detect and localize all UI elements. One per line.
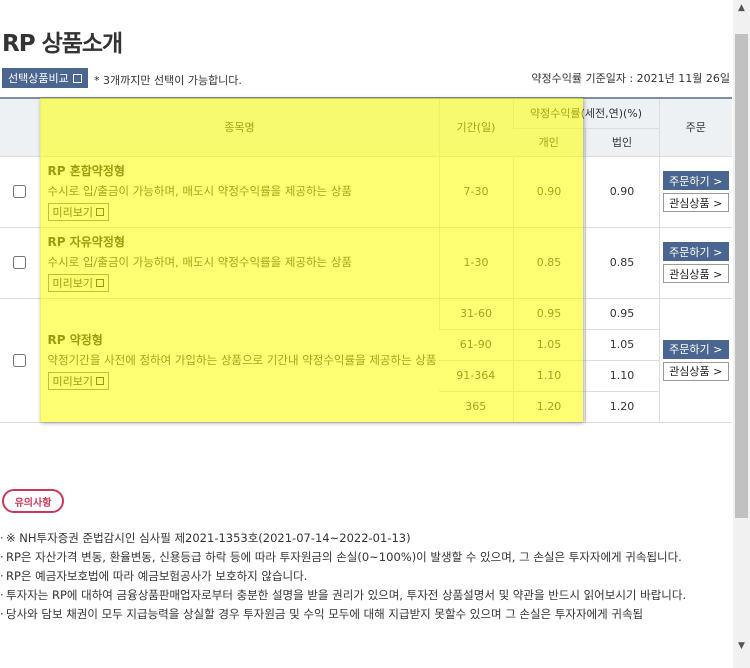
product-description: 수시로 입/출금이 가능하며, 매도시 약정수익률을 제공하는 상품 — [47, 184, 353, 198]
period-cell: 365 — [439, 391, 513, 423]
page-title: RP 상품소개 — [2, 31, 123, 57]
caution-note-item: RP은 자산가격 변동, 환율변동, 신용등급 하락 등에 따라 투자원금의 손… — [0, 548, 728, 567]
header-corporate: 법인 — [584, 128, 660, 157]
select-cell — [0, 156, 40, 228]
caution-note-item: 당사와 담보 채권이 모두 지급능력을 상실할 경우 투자원금 및 수익 모두에… — [0, 605, 728, 624]
product-description: 약정기간을 사전에 정하여 가입하는 상품으로 기간내 약정수익률을 제공하는 … — [47, 352, 437, 367]
table-row: RP 혼합약정형 수시로 입/출금이 가능하며, 매도시 약정수익률을 제공하는… — [0, 156, 733, 228]
preview-button[interactable]: 미리보기 — [47, 203, 109, 221]
caution-note-item: RP은 예금자보호법에 따라 예금보험공사가 보호하지 않습니다. — [0, 567, 728, 586]
popup-window-icon — [95, 208, 104, 216]
preview-label: 미리보기 — [52, 277, 93, 290]
individual-rate-cell: 0.90 — [512, 156, 585, 228]
order-cell: 주문하기 > 관심상품 > — [658, 298, 733, 423]
popup-window-icon — [95, 376, 104, 385]
preview-button[interactable]: 미리보기 — [47, 274, 109, 292]
compare-selected-button[interactable]: 선택상품비교 — [2, 68, 88, 88]
individual-rate-cell: 1.20 — [512, 391, 585, 423]
corporate-rate-cell: 0.95 — [584, 298, 660, 330]
product-select-checkbox[interactable] — [13, 185, 27, 199]
individual-rate-cell: 0.85 — [512, 227, 585, 299]
compare-selected-label: 선택상품비교 — [8, 72, 69, 85]
compare-limit-note: * 3개까지만 선택이 가능합니다. — [94, 74, 242, 87]
individual-rate-cell: 1.05 — [512, 329, 585, 361]
order-button[interactable]: 주문하기 > — [662, 242, 729, 261]
header-rate-group: 약정수익률(세전,연)(%) — [512, 97, 660, 129]
add-favorite-button[interactable]: 관심상품 > — [662, 193, 729, 212]
corporate-rate-cell: 0.85 — [584, 227, 660, 299]
product-name-cell: RP 약정형 약정기간을 사전에 정하여 가입하는 상품으로 기간내 약정수익률… — [39, 298, 439, 423]
order-cell: 주문하기 > 관심상품 > — [658, 227, 733, 299]
header-product-name: 종목명 — [39, 97, 439, 157]
select-cell — [0, 298, 40, 423]
product-name-cell: RP 혼합약정형 수시로 입/출금이 가능하며, 매도시 약정수익률을 제공하는… — [39, 156, 439, 228]
caution-notes: ※ NH투자증권 준법감시인 심사필 제2021-1353호(2021-07-1… — [0, 529, 728, 624]
header-individual: 개인 — [513, 128, 585, 157]
order-cell: 주문하기 > 관심상품 > — [658, 156, 733, 228]
scroll-up-arrow-icon[interactable]: ▲ — [733, 0, 750, 17]
period-cell: 7-30 — [438, 156, 513, 228]
add-favorite-button[interactable]: 관심상품 > — [662, 264, 729, 283]
product-name: RP 자유약정형 — [47, 235, 125, 249]
order-button[interactable]: 주문하기 > — [662, 171, 729, 190]
preview-label: 미리보기 — [52, 206, 93, 219]
caution-note-item: ※ NH투자증권 준법감시인 심사필 제2021-1353호(2021-07-1… — [0, 529, 728, 548]
add-favorite-button[interactable]: 관심상품 > — [662, 361, 729, 381]
popup-window-icon — [72, 73, 82, 83]
corporate-rate-cell: 0.90 — [584, 156, 660, 228]
product-select-checkbox[interactable] — [13, 353, 27, 367]
product-name: RP 혼합약정형 — [47, 164, 125, 178]
product-description: 수시로 입/출금이 가능하며, 매도시 약정수익률을 제공하는 상품 — [47, 255, 353, 269]
scroll-thumb[interactable] — [735, 34, 748, 518]
preview-label: 미리보기 — [52, 374, 93, 388]
product-select-checkbox[interactable] — [13, 256, 27, 270]
rp-product-table: 종목명 기간(일) 약정수익률(세전,연)(%) 주문 개인 법인 RP 혼합약… — [0, 97, 733, 423]
preview-button[interactable]: 미리보기 — [47, 371, 109, 390]
corporate-rate-cell: 1.20 — [584, 391, 660, 423]
select-cell — [0, 227, 40, 299]
header-select — [0, 97, 40, 157]
individual-rate-cell: 1.10 — [512, 360, 585, 392]
scroll-down-arrow-icon[interactable]: ▼ — [733, 638, 750, 655]
header-period: 기간(일) — [438, 97, 513, 157]
caution-note-item: 투자자는 RP에 대하여 금융상품판매업자로부터 충분한 설명을 받을 권리가 … — [0, 586, 728, 605]
corporate-rate-cell: 1.05 — [584, 329, 660, 361]
period-cell: 91-364 — [439, 360, 513, 392]
product-name-cell: RP 자유약정형 수시로 입/출금이 가능하며, 매도시 약정수익률을 제공하는… — [39, 227, 439, 299]
period-cell: 31-60 — [438, 298, 513, 330]
period-cell: 1-30 — [438, 227, 513, 299]
caution-badge: 유의사항 — [2, 489, 64, 513]
corporate-rate-cell: 1.10 — [584, 360, 660, 392]
header-order: 주문 — [658, 97, 733, 157]
popup-window-icon — [95, 279, 104, 287]
table-row: RP 자유약정형 수시로 입/출금이 가능하며, 매도시 약정수익률을 제공하는… — [0, 227, 733, 299]
order-button[interactable]: 주문하기 > — [662, 339, 729, 359]
vertical-scrollbar[interactable]: ▲ ▼ — [733, 0, 750, 668]
period-cell: 61-90 — [439, 329, 513, 361]
product-name: RP 약정형 — [47, 332, 103, 347]
product-rows: RP 혼합약정형 수시로 입/출금이 가능하며, 매도시 약정수익률을 제공하는… — [0, 156, 733, 423]
individual-rate-cell: 0.95 — [512, 298, 585, 330]
rate-base-date: 약정수익률 기준일자 : 2021년 11월 26일 — [531, 72, 730, 85]
table-row: RP 약정형 약정기간을 사전에 정하여 가입하는 상품으로 기간내 약정수익률… — [0, 298, 733, 423]
